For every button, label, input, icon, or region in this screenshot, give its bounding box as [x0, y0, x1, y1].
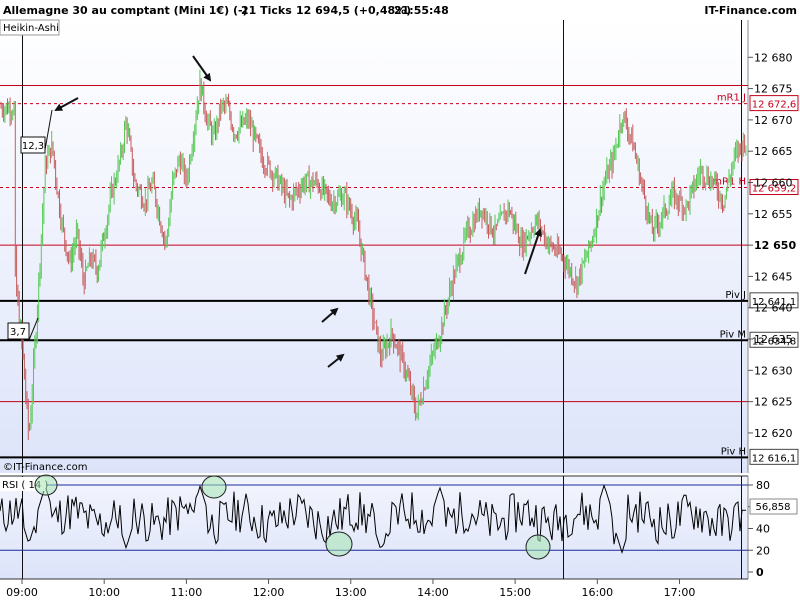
level-value-label: 12 672,6 [752, 100, 797, 111]
price-panel [0, 20, 748, 473]
y-tick-label: 12 645 [754, 270, 793, 283]
annotation-box-2-text: 3,7 [10, 327, 26, 338]
y-tick-label: 12 650 [754, 239, 796, 252]
level-name: Piv H [721, 446, 746, 457]
level-name: Piv J [725, 290, 746, 301]
y-tick-label: 12 675 [754, 83, 793, 96]
y-tick-label: 12 640 [754, 302, 793, 315]
rsi-tick-label: 20 [756, 544, 770, 557]
y-tick-label: 12 655 [754, 208, 793, 221]
chart-root: Allemagne 30 au comptant (Mini 1€) (-) 2… [0, 0, 800, 600]
x-tick-label: 17:00 [664, 586, 696, 599]
level-value-label: 12 616,1 [752, 453, 797, 464]
x-tick-label: 10:00 [88, 586, 120, 599]
y-tick-label: 12 680 [754, 51, 793, 64]
watermark: ©IT-Finance.com [3, 462, 88, 473]
header-title: Allemagne 30 au comptant (Mini 1€) (-) [3, 4, 248, 17]
rsi-tick-label: 80 [756, 479, 770, 492]
rsi-highlight-circle [325, 531, 353, 557]
header-brand: IT-Finance.com [704, 4, 797, 17]
x-tick-label: 12:00 [253, 586, 285, 599]
x-tick-label: 11:00 [171, 586, 203, 599]
rsi-value-label: 56,858 [756, 502, 791, 513]
x-axis: 09:00 10:00 11:00 12:00 13:00 14:00 15:00 16:00… [6, 579, 695, 599]
x-tick-label: 15:00 [499, 586, 531, 599]
y-tick-label: 12 665 [754, 145, 793, 158]
chart-canvas: Allemagne 30 au comptant (Mini 1€) (-) 2… [0, 0, 800, 599]
y-tick-label: 12 635 [754, 333, 793, 346]
chart-type-label: Heikin-Ashi [3, 23, 59, 34]
rsi-highlight-circle [201, 475, 227, 499]
y-tick-label: 12 660 [754, 177, 793, 190]
y-tick-label: 12 670 [754, 114, 793, 127]
x-tick-label: 14:00 [417, 586, 449, 599]
rsi-highlight-circle [525, 534, 551, 560]
rsi-tick-label: 40 [756, 523, 770, 536]
y-tick-label: 12 630 [754, 364, 793, 377]
rsi-highlight-circle [34, 474, 58, 496]
y-tick-label: 12 620 [754, 427, 793, 440]
annotation-box-1-text: 12,3 [22, 141, 44, 152]
rsi-tick-label: 0 [756, 566, 764, 579]
x-tick-label: 09:00 [6, 586, 38, 599]
header-time: 21:55:48 [394, 4, 449, 17]
header-ticks: 21 Ticks [241, 4, 292, 17]
rsi-panel [0, 476, 748, 579]
x-tick-label: 16:00 [581, 586, 613, 599]
y-tick-label: 12 625 [754, 396, 793, 409]
level-name: Piv M [720, 329, 746, 340]
x-tick-label: 13:00 [335, 586, 367, 599]
